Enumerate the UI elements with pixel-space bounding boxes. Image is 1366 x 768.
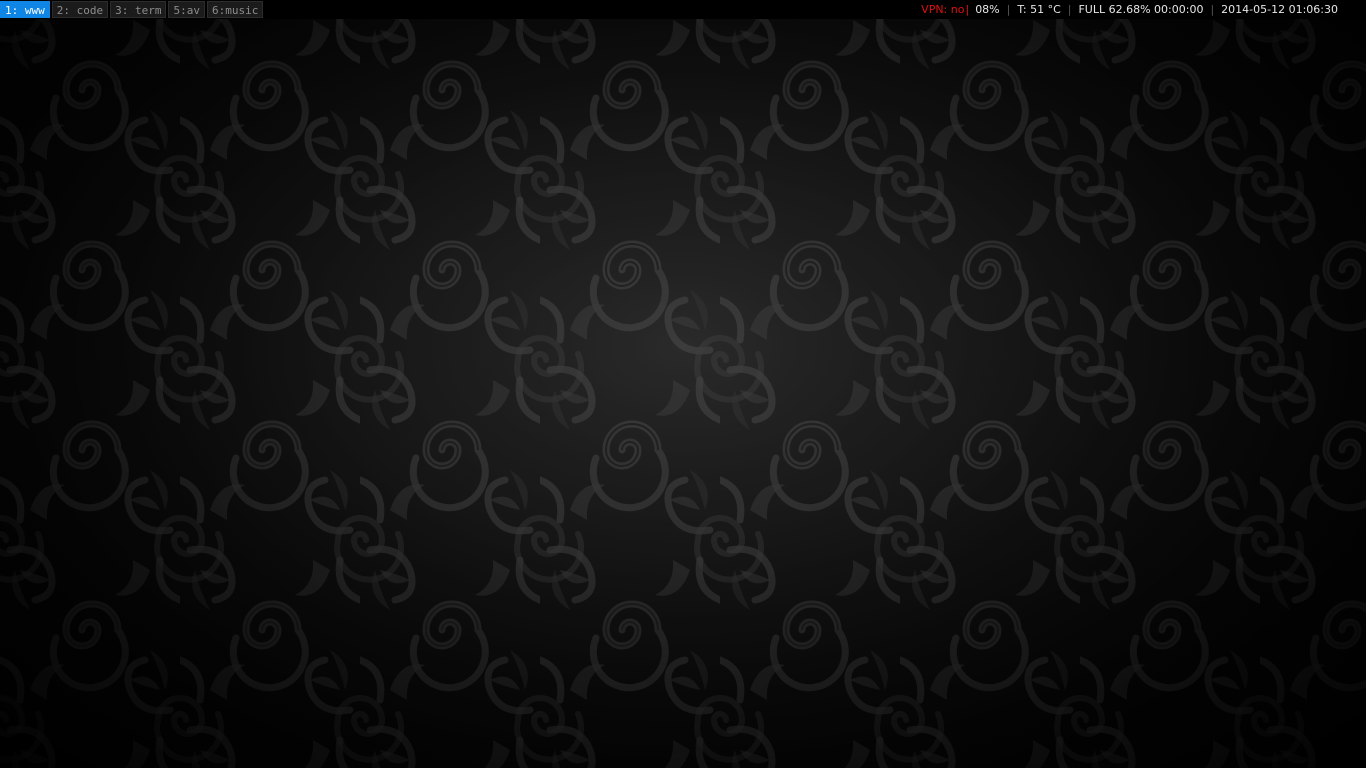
battery-status: FULL 62.68% 00:00:00	[1078, 3, 1204, 16]
desktop: 1: www 2: code 3: term 5:av 6:music VPN:…	[0, 0, 1366, 768]
separator: |	[1210, 3, 1215, 16]
cpu-usage: 08%	[975, 3, 1000, 16]
top-status-bar: 1: www 2: code 3: term 5:av 6:music VPN:…	[0, 0, 1366, 19]
separator: |	[965, 3, 970, 16]
network-tray-icon[interactable]	[1350, 4, 1362, 16]
separator: |	[1067, 3, 1072, 16]
workspace-5-av[interactable]: 5:av	[168, 1, 205, 18]
temperature: T: 51 °C	[1017, 3, 1061, 16]
workspace-1-www[interactable]: 1: www	[0, 1, 50, 18]
wallpaper-damask-pattern	[0, 0, 1366, 768]
workspace-6-music[interactable]: 6:music	[206, 1, 264, 18]
separator: |	[1006, 3, 1011, 16]
workspace-2-code[interactable]: 2: code	[51, 1, 109, 18]
workspace-3-term[interactable]: 3: term	[110, 1, 167, 18]
workspace-list: 1: www 2: code 3: term 5:av 6:music	[0, 1, 264, 18]
status-area: VPN: no | 08% | T: 51 °C | FULL 62.68% 0…	[921, 0, 1366, 19]
clock: 2014-05-12 01:06:30	[1221, 3, 1338, 16]
vpn-status: VPN: no	[921, 3, 965, 16]
